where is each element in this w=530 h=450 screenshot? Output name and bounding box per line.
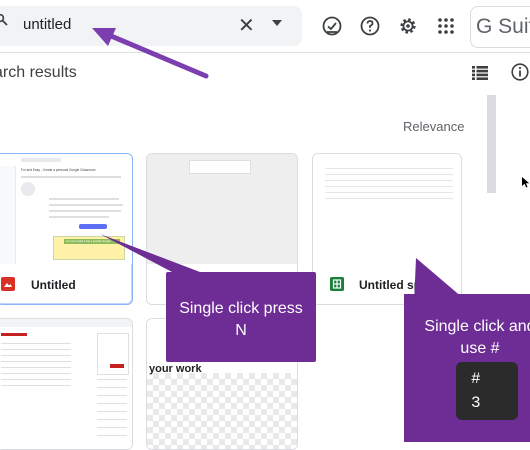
callout-single-click-hash: Single click and use # # 3 xyxy=(404,294,530,442)
callout-single-click-n: Single click press N xyxy=(166,272,316,362)
callout-text: Single click press N xyxy=(179,300,303,339)
key-number: 3 xyxy=(471,394,481,412)
keyboard-key-3: # 3 xyxy=(456,362,518,420)
annotation-arrow xyxy=(101,30,209,79)
key-symbol: # xyxy=(471,370,481,388)
callout-text: Single click and use # xyxy=(424,318,530,357)
